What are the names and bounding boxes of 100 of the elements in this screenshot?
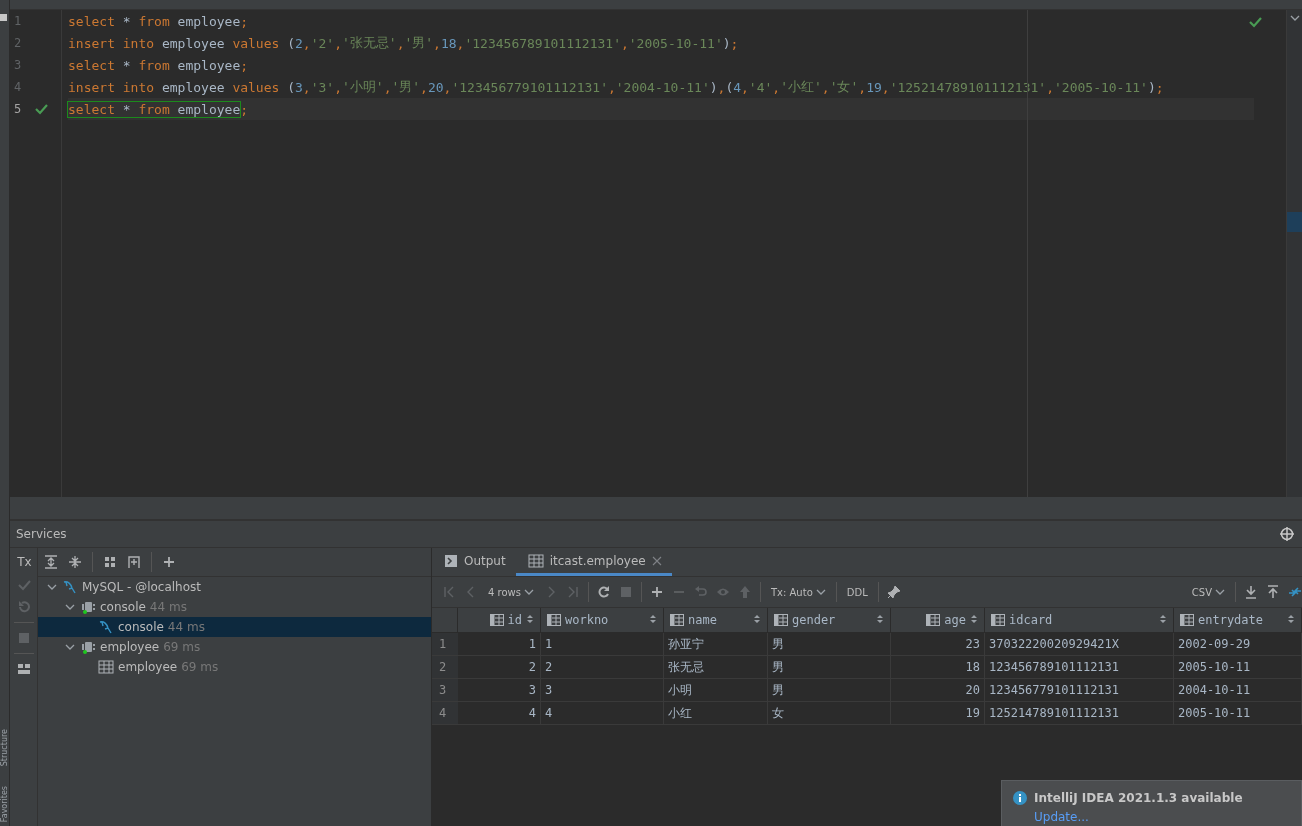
check-icon xyxy=(1248,15,1262,29)
table-cell: 23 xyxy=(891,633,985,656)
row-number: 1 xyxy=(432,633,458,656)
chevron-down-icon xyxy=(65,603,75,611)
row-number: 4 xyxy=(432,702,458,725)
code-line: insert into employee values (2,'2','张无忌','男',18,'123456789101112131','2005-10-11'); xyxy=(68,34,740,53)
column-icon xyxy=(991,614,1005,626)
table-cell: 2 xyxy=(541,656,664,679)
undo-icon xyxy=(693,585,708,599)
tool-window-tab[interactable]: Favorites xyxy=(0,785,9,822)
tab[interactable]: Output xyxy=(432,548,516,576)
pin-icon xyxy=(886,585,901,599)
chevron-down-icon xyxy=(1215,588,1225,596)
up-arrow-icon xyxy=(737,585,752,599)
update-link[interactable]: Update... xyxy=(1034,811,1301,824)
line-number: 5 xyxy=(13,102,23,116)
table-cell: 男 xyxy=(768,633,891,656)
download-icon xyxy=(1244,585,1258,599)
tree-item[interactable]: console 44 ms xyxy=(38,617,431,637)
column-icon xyxy=(926,614,941,626)
plus-icon xyxy=(649,585,664,599)
scroll-marker[interactable] xyxy=(1286,212,1302,232)
column-header[interactable]: age xyxy=(891,608,985,633)
column-header[interactable]: workno xyxy=(541,608,664,633)
column-icon xyxy=(670,614,684,626)
table-cell: 19 xyxy=(891,702,985,725)
table-cell: 女 xyxy=(768,702,891,725)
table-cell: 125214789101112131 xyxy=(985,702,1174,725)
new-tab-icon xyxy=(127,555,141,569)
column-icon xyxy=(547,614,561,626)
crosshair-icon xyxy=(1280,527,1294,541)
tree-item[interactable]: console 44 ms xyxy=(38,597,431,617)
dropdown[interactable]: 4 rows xyxy=(486,586,536,598)
line-number: 2 xyxy=(13,36,23,50)
ddl-button[interactable]: DDL xyxy=(844,586,870,598)
table-cell: 2002-09-29 xyxy=(1174,633,1302,656)
check-icon xyxy=(34,102,48,116)
table-cell: 1 xyxy=(541,633,664,656)
tree-item[interactable]: MySQL - @localhost xyxy=(38,577,431,597)
transaction-mode-button[interactable]: Tx xyxy=(11,554,36,570)
sort-icon xyxy=(1287,612,1295,625)
scrollbar[interactable] xyxy=(1286,10,1302,497)
group-icon xyxy=(103,555,117,569)
panel-title: Services xyxy=(16,527,67,541)
layout-icon xyxy=(16,662,31,676)
sort-icon xyxy=(876,612,884,625)
table-cell: 2005-10-11 xyxy=(1174,656,1302,679)
table-cell: 37032220020929421X xyxy=(985,633,1174,656)
plug-icon xyxy=(80,599,96,615)
expand-all-icon xyxy=(44,555,58,569)
sort-icon xyxy=(1159,612,1167,625)
dolphin-icon xyxy=(98,619,114,635)
table-cell: 张无忌 xyxy=(664,656,768,679)
column-icon xyxy=(774,614,788,626)
row-number: 2 xyxy=(432,656,458,679)
row-number: 3 xyxy=(432,679,458,702)
collapse-all-icon xyxy=(68,555,82,569)
plug-icon xyxy=(80,639,96,655)
sort-icon xyxy=(526,612,534,625)
table-cell: 2004-10-11 xyxy=(1174,679,1302,702)
stop-icon xyxy=(16,631,31,645)
table-icon xyxy=(98,660,114,674)
sort-icon xyxy=(970,612,978,625)
column-header[interactable]: idcard xyxy=(985,608,1174,633)
check-icon xyxy=(16,578,31,592)
line-number: 4 xyxy=(13,80,23,94)
compare-arrows-icon xyxy=(1288,585,1302,599)
tool-window-icon[interactable] xyxy=(0,14,7,21)
code-line: select * from employee; xyxy=(68,56,250,75)
dropdown[interactable]: Tx: Auto xyxy=(768,586,828,598)
code-line: select * from employee; xyxy=(68,12,250,31)
chevron-down-icon xyxy=(65,643,75,651)
notification-title: IntelliJ IDEA 2021.1.3 available xyxy=(1034,791,1243,805)
table-cell: 小明 xyxy=(664,679,768,702)
chevron-down-icon xyxy=(1289,14,1300,22)
code-line: insert into employee values (3,'3','小明','男',20,'123456779101112131','2004-10-11'),(4,'4','小红','女',19,'125214789101112131','2005-10-11'); xyxy=(68,78,1165,97)
column-icon xyxy=(1180,614,1194,626)
tree-item[interactable]: employee 69 ms xyxy=(38,637,431,657)
table-cell: 18 xyxy=(891,656,985,679)
table-cell: 4 xyxy=(541,702,664,725)
column-header[interactable]: id xyxy=(458,608,541,633)
plus-icon xyxy=(162,555,176,569)
column-icon xyxy=(489,614,504,626)
column-header[interactable]: gender xyxy=(768,608,891,633)
table-cell: 2 xyxy=(458,656,541,679)
sort-icon xyxy=(649,612,657,625)
sort-icon xyxy=(753,612,761,625)
undo-icon xyxy=(16,600,31,614)
tree-item[interactable]: employee 69 ms xyxy=(38,657,431,677)
table-cell: 4 xyxy=(458,702,541,725)
column-header[interactable]: name xyxy=(664,608,768,633)
info-icon xyxy=(1013,791,1027,805)
column-header[interactable]: entrydate xyxy=(1174,608,1302,633)
dropdown[interactable]: CSV xyxy=(1189,586,1227,598)
line-number: 3 xyxy=(13,58,23,72)
stop-icon xyxy=(618,585,633,599)
close-icon xyxy=(651,555,662,566)
table-cell: 3 xyxy=(541,679,664,702)
table-cell: 男 xyxy=(768,679,891,702)
tool-window-tab[interactable]: Structure xyxy=(0,728,9,766)
